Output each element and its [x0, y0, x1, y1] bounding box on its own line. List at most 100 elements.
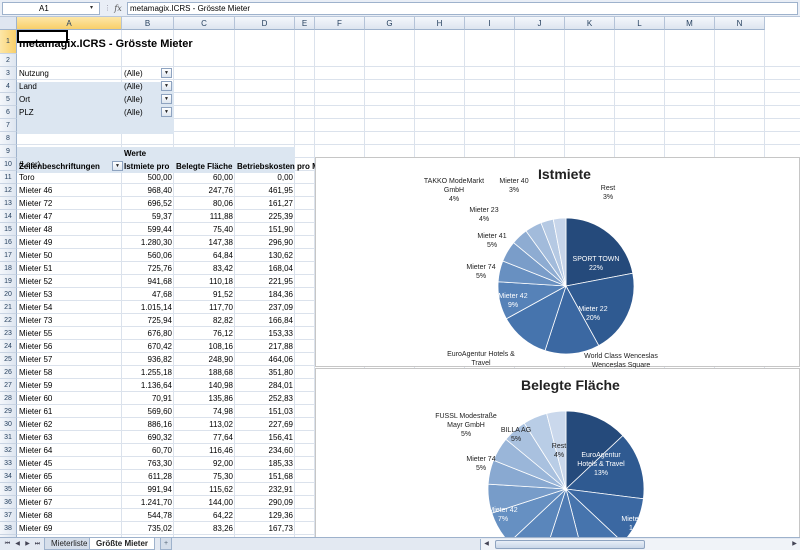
row-header-35[interactable]: 35	[0, 483, 17, 496]
value-cell[interactable]: 725,94	[122, 314, 174, 327]
name-box-dropdown-icon[interactable]: ▾	[90, 3, 98, 14]
value-cell[interactable]: 166,84	[235, 314, 295, 327]
value-cell[interactable]: 111,88	[174, 210, 235, 223]
insert-function-button[interactable]: fx	[112, 2, 124, 15]
value-cell[interactable]: 75,40	[174, 223, 235, 236]
value-cell[interactable]: 968,40	[122, 184, 174, 197]
row-header-23[interactable]: 23	[0, 327, 17, 340]
first-sheet-icon[interactable]: ⏮	[3, 539, 12, 549]
row-header-34[interactable]: 34	[0, 470, 17, 483]
value-cell[interactable]: 156,41	[235, 431, 295, 444]
value-cell[interactable]: 1.255,18	[122, 366, 174, 379]
value-cell[interactable]: 221,95	[235, 275, 295, 288]
value-cell[interactable]: 252,83	[235, 392, 295, 405]
column-header-h[interactable]: H	[415, 17, 465, 30]
value-cell[interactable]: 188,68	[174, 366, 235, 379]
row-header-14[interactable]: 14	[0, 210, 17, 223]
value-cell[interactable]: 91,52	[174, 288, 235, 301]
row-label-cell[interactable]: Mieter 68	[17, 509, 54, 522]
chart-belegte-flaeche[interactable]: Belegte Fläche EuroAgentur Hotels & Trave…	[315, 368, 800, 537]
value-cell[interactable]: 725,76	[122, 262, 174, 275]
row-header-38[interactable]: 38	[0, 522, 17, 535]
value-cell[interactable]: 83,26	[174, 522, 235, 535]
value-cell[interactable]: 500,00	[122, 171, 174, 184]
value-cell[interactable]: 232,91	[235, 483, 295, 496]
horizontal-scrollbar[interactable]: ◀ ▶	[480, 539, 800, 550]
row-label-cell[interactable]: Mieter 60	[17, 392, 54, 405]
row-label-cell[interactable]: Mieter 62	[17, 418, 54, 431]
value-cell[interactable]	[235, 158, 295, 171]
row-header-25[interactable]: 25	[0, 353, 17, 366]
value-cell[interactable]: 599,44	[122, 223, 174, 236]
value-cell[interactable]: 247,76	[174, 184, 235, 197]
row-header-6[interactable]: 6	[0, 106, 17, 119]
value-cell[interactable]: 225,39	[235, 210, 295, 223]
row-label-cell[interactable]: Mieter 63	[17, 431, 54, 444]
row-header-31[interactable]: 31	[0, 431, 17, 444]
row-header-32[interactable]: 32	[0, 444, 17, 457]
row-label-cell[interactable]: Mieter 50	[17, 249, 54, 262]
column-header-j[interactable]: J	[515, 17, 565, 30]
row-label-cell[interactable]: Mieter 49	[17, 236, 54, 249]
value-cell[interactable]: 560,06	[122, 249, 174, 262]
row-header-37[interactable]: 37	[0, 509, 17, 522]
row-header-18[interactable]: 18	[0, 262, 17, 275]
row-header-33[interactable]: 33	[0, 457, 17, 470]
row-label-cell[interactable]: Mieter 65	[17, 470, 54, 483]
value-cell[interactable]: 351,80	[235, 366, 295, 379]
value-cell[interactable]: 168,04	[235, 262, 295, 275]
value-cell[interactable]: 144,00	[174, 496, 235, 509]
formula-input[interactable]: metamagix.ICRS - Grösste Mieter	[127, 2, 798, 15]
value-cell[interactable]: 941,68	[122, 275, 174, 288]
row-label-cell[interactable]: Mieter 52	[17, 275, 54, 288]
value-cell[interactable]: 83,42	[174, 262, 235, 275]
value-cell[interactable]: 248,90	[174, 353, 235, 366]
value-cell[interactable]: 80,06	[174, 197, 235, 210]
row-header-4[interactable]: 4	[0, 80, 17, 93]
row-label-cell[interactable]: Mieter 56	[17, 340, 54, 353]
value-cell[interactable]: 763,30	[122, 457, 174, 470]
row-label-cell[interactable]: Mieter 67	[17, 496, 54, 509]
row-label-cell[interactable]: Mieter 69	[17, 522, 54, 535]
select-all-corner[interactable]	[0, 17, 17, 30]
row-label-cell[interactable]: Mieter 64	[17, 444, 54, 457]
column-header-d[interactable]: D	[235, 17, 295, 30]
row-header-11[interactable]: 11	[0, 171, 17, 184]
row-label-cell[interactable]: Mieter 51	[17, 262, 54, 275]
value-cell[interactable]: 110,18	[174, 275, 235, 288]
value-cell[interactable]: 676,80	[122, 327, 174, 340]
value-cell[interactable]: 76,12	[174, 327, 235, 340]
column-header-a[interactable]: A	[17, 17, 122, 30]
value-cell[interactable]: 108,16	[174, 340, 235, 353]
value-cell[interactable]: 1.136,64	[122, 379, 174, 392]
row-header-2[interactable]: 2	[0, 54, 17, 67]
column-header-b[interactable]: B	[122, 17, 174, 30]
value-cell[interactable]: 464,06	[235, 353, 295, 366]
row-header-5[interactable]: 5	[0, 93, 17, 106]
value-cell[interactable]: 1.015,14	[122, 301, 174, 314]
row-header-12[interactable]: 12	[0, 184, 17, 197]
value-cell[interactable]: 696,52	[122, 197, 174, 210]
value-cell[interactable]: 135,86	[174, 392, 235, 405]
row-header-27[interactable]: 27	[0, 379, 17, 392]
value-cell[interactable]: 227,69	[235, 418, 295, 431]
value-cell[interactable]: 92,00	[174, 457, 235, 470]
value-cell[interactable]: 70,91	[122, 392, 174, 405]
value-cell[interactable]: 461,95	[235, 184, 295, 197]
next-sheet-icon[interactable]: ▶	[23, 539, 32, 549]
column-header-g[interactable]: G	[365, 17, 415, 30]
value-cell[interactable]: 161,27	[235, 197, 295, 210]
value-cell[interactable]: 64,22	[174, 509, 235, 522]
name-box[interactable]: A1	[2, 2, 100, 15]
column-header-i[interactable]: I	[465, 17, 515, 30]
row-label-cell[interactable]: Mieter 72	[17, 197, 54, 210]
value-cell[interactable]: 64,84	[174, 249, 235, 262]
value-cell[interactable]: 75,30	[174, 470, 235, 483]
value-cell[interactable]: 0,00	[235, 171, 295, 184]
row-header-15[interactable]: 15	[0, 223, 17, 236]
row-header-13[interactable]: 13	[0, 197, 17, 210]
value-cell[interactable]: 184,36	[235, 288, 295, 301]
value-cell[interactable]: 237,09	[235, 301, 295, 314]
row-label-cell[interactable]: Mieter 46	[17, 184, 54, 197]
filter-value-land[interactable]: (Alle)	[122, 80, 145, 93]
